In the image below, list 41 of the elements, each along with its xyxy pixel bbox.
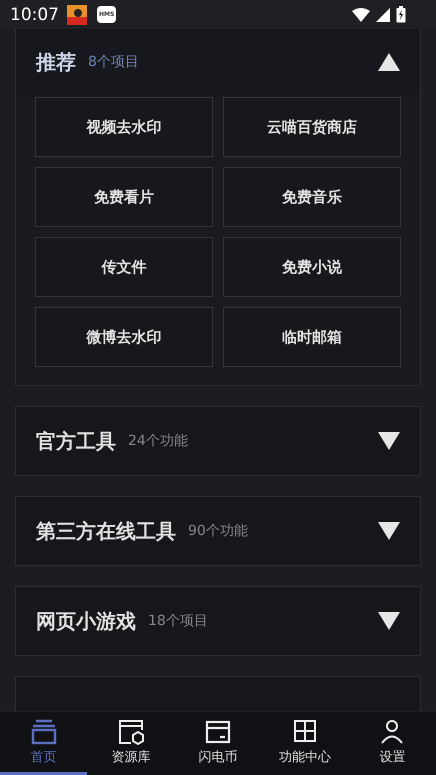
signal-icon <box>376 8 390 22</box>
expand-arrow-icon[interactable] <box>378 522 400 540</box>
battery-icon <box>396 6 406 23</box>
nav-label: 设置 <box>379 749 406 766</box>
collapse-arrow-icon[interactable] <box>378 53 400 71</box>
section-title: 网页小游戏 <box>36 608 136 634</box>
section-count: 90个功能 <box>188 522 248 540</box>
section-count: 24个功能 <box>128 432 188 450</box>
nav-tab[interactable]: 闪电币 <box>174 712 262 775</box>
tool-button[interactable]: 微博去水印 <box>35 307 213 367</box>
section-header[interactable]: 第三方在线工具 90个功能 <box>16 497 420 565</box>
card-icon <box>204 718 232 746</box>
status-time: 10:07 <box>10 4 59 24</box>
tool-button[interactable]: 免费音乐 <box>223 167 401 227</box>
nav-tab[interactable]: 首页 <box>0 712 88 775</box>
tool-button[interactable]: 云喵百货商店 <box>223 97 401 157</box>
window-hexagon-icon <box>116 718 145 746</box>
section-header[interactable]: 网页小游戏 18个项目 <box>16 587 420 655</box>
tool-button[interactable]: 免费看片 <box>35 167 213 227</box>
nav-label: 首页 <box>30 749 57 766</box>
wifi-icon <box>352 8 370 22</box>
app-notification-icon <box>67 4 87 24</box>
nav-tab[interactable]: 功能中心 <box>262 712 349 775</box>
expand-arrow-icon[interactable] <box>378 432 400 450</box>
section-title: 推荐 <box>36 48 76 76</box>
section-count: 8个项目 <box>88 53 139 71</box>
tool-button[interactable]: 免费小说 <box>223 237 401 297</box>
section-header[interactable]: 官方工具 24个功能 <box>16 407 420 475</box>
section-title: 官方工具 <box>36 428 116 454</box>
section-count: 18个项目 <box>148 612 208 630</box>
nav-tab[interactable]: 设置 <box>348 712 436 775</box>
expand-arrow-icon[interactable] <box>378 612 400 630</box>
tool-button[interactable]: 视频去水印 <box>35 97 213 157</box>
section-title: 第三方在线工具 <box>36 518 176 544</box>
nav-label: 闪电币 <box>198 749 238 766</box>
nav-tab[interactable]: 资源库 <box>87 712 174 775</box>
stacked-tray-icon <box>30 718 58 746</box>
tool-button[interactable]: 临时邮箱 <box>223 307 401 367</box>
nav-label: 资源库 <box>111 749 150 766</box>
tool-button[interactable]: 传文件 <box>35 237 213 297</box>
nav-label: 功能中心 <box>279 749 332 766</box>
